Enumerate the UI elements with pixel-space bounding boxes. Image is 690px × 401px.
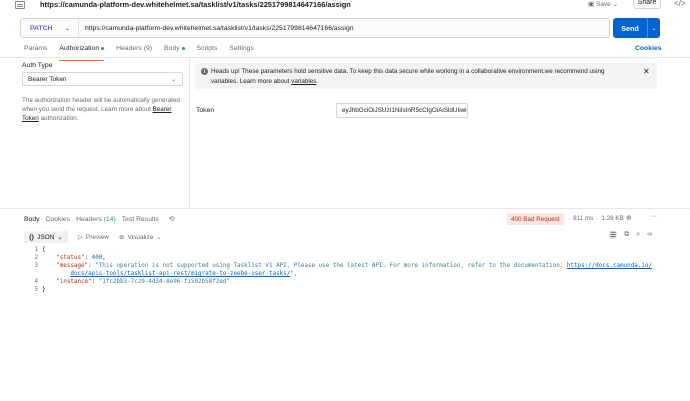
share-button[interactable]: Share <box>633 0 661 9</box>
save-button[interactable]: ▣ Save ⌄ <box>588 0 618 8</box>
send-button[interactable]: Send ⌄ <box>613 18 660 38</box>
active-dot-icon <box>181 46 185 50</box>
chevron-down-icon: ⌄ <box>170 77 176 83</box>
code-line: 5 } <box>34 287 46 294</box>
tab-test-results[interactable]: Test Results <box>122 216 159 223</box>
request-url-bar: PATCH ⌄ <box>20 18 610 38</box>
divider <box>0 208 690 209</box>
title-bar: https://camunda-platform-dev.whitehelmet… <box>0 0 690 12</box>
token-label: Token <box>196 107 215 114</box>
code-line: 4 "instance": "1fc2bb3-7c29-4d34-8e96-f1… <box>34 279 230 286</box>
more-options-icon[interactable]: ··· <box>650 213 657 220</box>
tab-scripts[interactable]: Scripts <box>197 45 218 57</box>
code-line: 3 "message": "This operation is not supp… <box>34 263 653 270</box>
tab-params[interactable]: Params <box>24 45 47 57</box>
visualize-icon: ⊛ <box>118 234 125 241</box>
auth-panel: Auth Type Bearer Token ⌄ The authorizati… <box>22 62 187 123</box>
chevron-down-icon: ⌄ <box>156 234 162 241</box>
url-input[interactable] <box>79 19 609 37</box>
wrap-lines-icon[interactable]: ☰ <box>609 231 618 239</box>
divider <box>189 58 190 208</box>
info-icon: i <box>201 68 208 75</box>
response-body-code[interactable]: 1 { 2 "status": 400, 3 "message": "This … <box>24 246 664 295</box>
status-badge[interactable]: 400 Bad Request <box>507 213 564 225</box>
copy-icon[interactable]: ⧉ <box>624 231 629 239</box>
method-select[interactable]: PATCH ⌄ <box>21 19 79 37</box>
history-icon[interactable]: ⟲ <box>169 215 175 223</box>
search-icon[interactable]: ⌕ <box>636 231 640 239</box>
tab-headers[interactable]: Headers (9) <box>116 45 152 57</box>
json-icon: {} <box>29 233 35 241</box>
tab-authorization[interactable]: Authorization <box>59 45 105 61</box>
visualize-button[interactable]: ⊛ Visualize ⌄ <box>118 233 162 242</box>
globe-icon[interactable]: ⊕ <box>626 215 632 222</box>
auth-description: The authorization header will be automat… <box>22 97 180 122</box>
response-size[interactable]: 1.28 KB <box>601 215 623 222</box>
docs-link[interactable]: https://docs.camunda.io/ <box>567 263 652 269</box>
auth-type-select[interactable]: Bearer Token ⌄ <box>22 72 183 86</box>
format-select[interactable]: {} JSON ⌄ <box>24 231 68 243</box>
code-line: 2 "status": 400, <box>34 255 106 262</box>
token-input[interactable]: eyJhbGciOiJSUzI1NiIsInR5cCIgOiAiSldUIiwi… <box>336 103 468 118</box>
preview-button[interactable]: ▷ Preview <box>77 233 109 242</box>
sensitive-data-notice: i Heads up! These parameters hold sensit… <box>195 63 657 89</box>
request-tabs: Params Authorization Headers (9) Body Sc… <box>24 45 266 61</box>
active-dot-icon <box>101 46 105 50</box>
code-line: 1 { <box>34 247 46 253</box>
tab-body[interactable]: Body <box>164 45 185 57</box>
chevron-down-icon: ⌄ <box>57 234 63 241</box>
code-icon[interactable]: </> <box>674 0 686 8</box>
eye-icon: ▷ <box>77 234 83 241</box>
response-time[interactable]: 811 ms <box>573 215 593 222</box>
docs-link[interactable]: docs/apis-tools/tasklist-api-rest/migrat… <box>70 271 290 277</box>
code-line: docs/apis-tools/tasklist-api-rest/migrat… <box>70 271 298 278</box>
response-tabs: Body Cookies Headers (14) Test Results ⟲ <box>24 215 175 224</box>
chevron-down-icon: ⌄ <box>64 26 70 32</box>
chevron-down-icon: ⌄ <box>612 1 619 8</box>
cookies-link[interactable]: Cookies <box>635 45 661 52</box>
tab-response-body[interactable]: Body <box>24 216 40 223</box>
notice-text: Heads up! These parameters hold sensitiv… <box>211 68 605 85</box>
link-icon[interactable]: ∞ <box>647 231 652 239</box>
request-icon <box>15 1 25 9</box>
response-toolbar: {} JSON ⌄ ▷ Preview ⊛ Visualize ⌄ <box>24 231 161 243</box>
request-title: https://camunda-platform-dev.whitehelmet… <box>40 0 351 9</box>
variables-link[interactable]: variables <box>291 78 316 85</box>
tab-response-cookies[interactable]: Cookies <box>46 216 71 223</box>
auth-type-label: Auth Type <box>22 62 53 69</box>
response-actions: ☰ ⧉ ⌕ ∞ <box>609 231 652 239</box>
chevron-down-icon[interactable]: ⌄ <box>647 18 660 38</box>
response-meta: · 811 ms · 1.28 KB ⊕ <box>568 215 632 222</box>
tab-settings[interactable]: Settings <box>229 45 254 57</box>
tab-response-headers[interactable]: Headers (14) <box>76 216 116 223</box>
divider <box>0 57 690 58</box>
save-icon: ▣ <box>588 1 595 8</box>
close-icon[interactable]: ✕ <box>643 67 650 76</box>
